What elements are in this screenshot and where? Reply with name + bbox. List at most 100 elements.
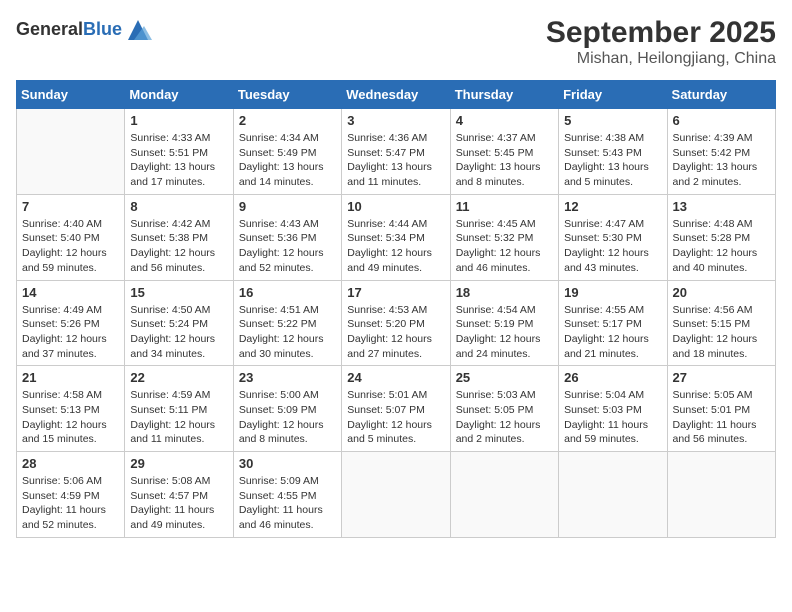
logo-blue-text: Blue: [83, 19, 122, 39]
calendar-cell: 18 Sunrise: 4:54 AM Sunset: 5:19 PM Dayli…: [450, 280, 558, 366]
day-number: 7: [22, 199, 119, 214]
logo-general-text: General: [16, 19, 83, 39]
calendar-cell: 20Sunrise: 4:56 AM Sunset: 5:15 PM Dayli…: [667, 280, 775, 366]
day-number: 14: [22, 285, 119, 300]
day-info: Sunrise: 5:03 AM Sunset: 5:05 PM Dayligh…: [456, 388, 553, 447]
day-number: 17: [347, 285, 444, 300]
day-info: Sunrise: 5:06 AM Sunset: 4:59 PM Dayligh…: [22, 474, 119, 533]
logo-icon: [124, 16, 152, 44]
location-title: Mishan, Heilongjiang, China: [546, 50, 776, 68]
calendar-cell: 16 Sunrise: 4:51 AM Sunset: 5:22 PM Dayli…: [233, 280, 341, 366]
day-number: 10: [347, 199, 444, 214]
day-number: 8: [130, 199, 227, 214]
day-number: 12: [564, 199, 661, 214]
calendar-cell: 2 Sunrise: 4:34 AM Sunset: 5:49 PM Daylig…: [233, 109, 341, 195]
day-info: Sunrise: 5:00 AM Sunset: 5:09 PM Dayligh…: [239, 388, 336, 447]
calendar-cell: 5Sunrise: 4:38 AM Sunset: 5:43 PM Daylig…: [559, 109, 667, 195]
weekday-header-friday: Friday: [559, 81, 667, 109]
calendar-cell: [450, 452, 558, 538]
day-info: Sunrise: 5:04 AM Sunset: 5:03 PM Dayligh…: [564, 388, 661, 447]
weekday-header-sunday: Sunday: [17, 81, 125, 109]
month-title: September 2025: [546, 16, 776, 50]
day-number: 24: [347, 370, 444, 385]
logo: GeneralBlue: [16, 16, 152, 44]
page-header: GeneralBlue September 2025 Mishan, Heilo…: [16, 16, 776, 68]
day-number: 13: [673, 199, 770, 214]
day-number: 26: [564, 370, 661, 385]
day-number: 21: [22, 370, 119, 385]
day-info: Sunrise: 4:56 AM Sunset: 5:15 PM Dayligh…: [673, 303, 770, 362]
day-info: Sunrise: 4:50 AM Sunset: 5:24 PM Dayligh…: [130, 303, 227, 362]
day-info: Sunrise: 4:37 AM Sunset: 5:45 PM Dayligh…: [456, 131, 553, 190]
day-info: Sunrise: 4:59 AM Sunset: 5:11 PM Dayligh…: [130, 388, 227, 447]
day-info: Sunrise: 4:43 AM Sunset: 5:36 PM Dayligh…: [239, 217, 336, 276]
calendar-cell: 15Sunrise: 4:50 AM Sunset: 5:24 PM Dayli…: [125, 280, 233, 366]
day-info: Sunrise: 4:51 AM Sunset: 5:22 PM Dayligh…: [239, 303, 336, 362]
day-number: 30: [239, 456, 336, 471]
calendar-cell: 12 Sunrise: 4:47 AM Sunset: 5:30 PM Dayli…: [559, 194, 667, 280]
day-info: Sunrise: 5:09 AM Sunset: 4:55 PM Dayligh…: [239, 474, 336, 533]
calendar-cell: 25 Sunrise: 5:03 AM Sunset: 5:05 PM Dayli…: [450, 366, 558, 452]
day-info: Sunrise: 4:45 AM Sunset: 5:32 PM Dayligh…: [456, 217, 553, 276]
calendar-cell: 24 Sunrise: 5:01 AM Sunset: 5:07 PM Dayli…: [342, 366, 450, 452]
calendar-cell: [667, 452, 775, 538]
day-number: 6: [673, 113, 770, 128]
calendar-cell: 19 Sunrise: 4:55 AM Sunset: 5:17 PM Dayli…: [559, 280, 667, 366]
calendar-cell: [559, 452, 667, 538]
day-number: 22: [130, 370, 227, 385]
weekday-header-thursday: Thursday: [450, 81, 558, 109]
day-info: Sunrise: 4:55 AM Sunset: 5:17 PM Dayligh…: [564, 303, 661, 362]
calendar-cell: 8 Sunrise: 4:42 AM Sunset: 5:38 PM Daylig…: [125, 194, 233, 280]
day-number: 28: [22, 456, 119, 471]
day-number: 4: [456, 113, 553, 128]
calendar-table: SundayMondayTuesdayWednesdayThursdayFrid…: [16, 80, 776, 538]
calendar-cell: 23 Sunrise: 5:00 AM Sunset: 5:09 PM Dayli…: [233, 366, 341, 452]
day-info: Sunrise: 4:58 AM Sunset: 5:13 PM Dayligh…: [22, 388, 119, 447]
day-info: Sunrise: 5:05 AM Sunset: 5:01 PM Dayligh…: [673, 388, 770, 447]
day-number: 18: [456, 285, 553, 300]
calendar-cell: 14 Sunrise: 4:49 AM Sunset: 5:26 PM Dayli…: [17, 280, 125, 366]
day-info: Sunrise: 4:34 AM Sunset: 5:49 PM Dayligh…: [239, 131, 336, 190]
calendar-cell: 9 Sunrise: 4:43 AM Sunset: 5:36 PM Daylig…: [233, 194, 341, 280]
day-info: Sunrise: 4:39 AM Sunset: 5:42 PM Dayligh…: [673, 131, 770, 190]
day-info: Sunrise: 4:40 AM Sunset: 5:40 PM Dayligh…: [22, 217, 119, 276]
day-info: Sunrise: 4:38 AM Sunset: 5:43 PM Dayligh…: [564, 131, 661, 190]
day-info: Sunrise: 4:42 AM Sunset: 5:38 PM Dayligh…: [130, 217, 227, 276]
day-number: 27: [673, 370, 770, 385]
weekday-header-saturday: Saturday: [667, 81, 775, 109]
day-info: Sunrise: 4:53 AM Sunset: 5:20 PM Dayligh…: [347, 303, 444, 362]
calendar-cell: 26 Sunrise: 5:04 AM Sunset: 5:03 PM Dayli…: [559, 366, 667, 452]
calendar-cell: 1Sunrise: 4:33 AM Sunset: 5:51 PM Daylig…: [125, 109, 233, 195]
calendar-cell: 3 Sunrise: 4:36 AM Sunset: 5:47 PM Daylig…: [342, 109, 450, 195]
calendar-cell: 22 Sunrise: 4:59 AM Sunset: 5:11 PM Dayli…: [125, 366, 233, 452]
day-number: 9: [239, 199, 336, 214]
day-number: 2: [239, 113, 336, 128]
day-info: Sunrise: 4:54 AM Sunset: 5:19 PM Dayligh…: [456, 303, 553, 362]
calendar-cell: 4 Sunrise: 4:37 AM Sunset: 5:45 PM Daylig…: [450, 109, 558, 195]
weekday-header-tuesday: Tuesday: [233, 81, 341, 109]
calendar-cell: 21 Sunrise: 4:58 AM Sunset: 5:13 PM Dayli…: [17, 366, 125, 452]
day-number: 25: [456, 370, 553, 385]
day-number: 11: [456, 199, 553, 214]
day-info: Sunrise: 4:49 AM Sunset: 5:26 PM Dayligh…: [22, 303, 119, 362]
weekday-header-monday: Monday: [125, 81, 233, 109]
calendar-cell: 13Sunrise: 4:48 AM Sunset: 5:28 PM Dayli…: [667, 194, 775, 280]
day-number: 29: [130, 456, 227, 471]
day-number: 3: [347, 113, 444, 128]
day-info: Sunrise: 5:08 AM Sunset: 4:57 PM Dayligh…: [130, 474, 227, 533]
day-info: Sunrise: 4:36 AM Sunset: 5:47 PM Dayligh…: [347, 131, 444, 190]
calendar-cell: 10 Sunrise: 4:44 AM Sunset: 5:34 PM Dayli…: [342, 194, 450, 280]
day-number: 19: [564, 285, 661, 300]
day-number: 1: [130, 113, 227, 128]
calendar-cell: 17 Sunrise: 4:53 AM Sunset: 5:20 PM Dayli…: [342, 280, 450, 366]
day-number: 23: [239, 370, 336, 385]
day-info: Sunrise: 5:01 AM Sunset: 5:07 PM Dayligh…: [347, 388, 444, 447]
calendar-cell: 27 Sunrise: 5:05 AM Sunset: 5:01 PM Dayli…: [667, 366, 775, 452]
calendar-cell: 11 Sunrise: 4:45 AM Sunset: 5:32 PM Dayli…: [450, 194, 558, 280]
day-info: Sunrise: 4:44 AM Sunset: 5:34 PM Dayligh…: [347, 217, 444, 276]
calendar-cell: 29 Sunrise: 5:08 AM Sunset: 4:57 PM Dayli…: [125, 452, 233, 538]
day-info: Sunrise: 4:47 AM Sunset: 5:30 PM Dayligh…: [564, 217, 661, 276]
day-number: 16: [239, 285, 336, 300]
title-block: September 2025 Mishan, Heilongjiang, Chi…: [546, 16, 776, 68]
calendar-cell: [17, 109, 125, 195]
